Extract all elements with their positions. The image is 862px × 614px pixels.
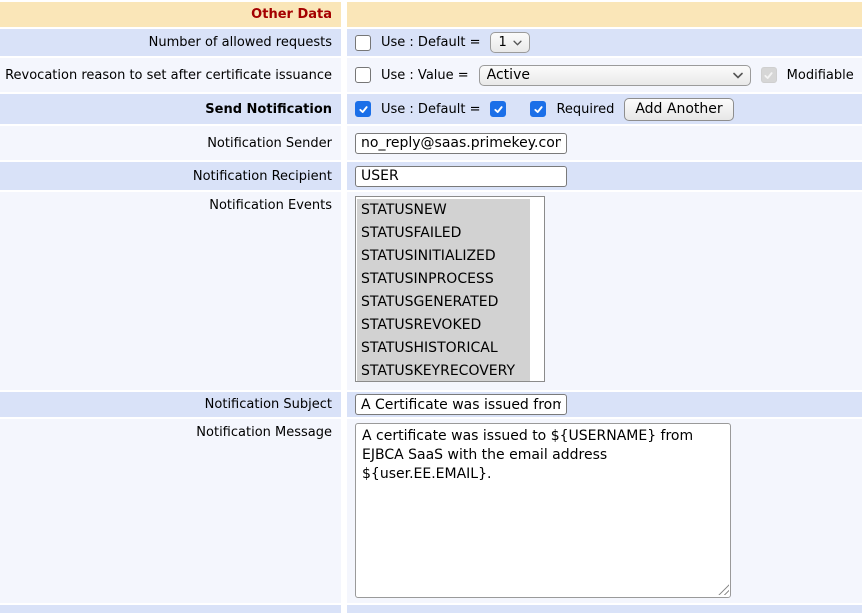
notification-message-wrap: A certificate was issued to ${USERNAME} … bbox=[355, 423, 731, 598]
notification-events-label-cell: Notification Events bbox=[0, 192, 341, 390]
notification-subject-label: Notification Subject bbox=[205, 397, 332, 412]
check-icon bbox=[763, 70, 774, 81]
notification-recipient-label: Notification Recipient bbox=[193, 169, 332, 184]
event-option[interactable]: STATUSKEYRECOVERY bbox=[357, 360, 530, 382]
section-header-cell: Other Data bbox=[0, 2, 341, 27]
send-notification-value-cell: Use : Default = Required Add Another bbox=[347, 94, 862, 124]
notification-recipient-input[interactable] bbox=[355, 166, 567, 187]
notification-sender-value-cell bbox=[347, 126, 862, 160]
revocation-reason-label-cell: Revocation reason to set after certifica… bbox=[0, 58, 341, 92]
next-row-label-cell bbox=[0, 605, 341, 613]
modifiable-label: Modifiable bbox=[787, 68, 854, 83]
selected-value: Active bbox=[487, 67, 727, 83]
notification-subject-label-cell: Notification Subject bbox=[0, 392, 341, 417]
notification-required-checkbox[interactable] bbox=[530, 101, 546, 117]
notification-subject-value-cell bbox=[347, 392, 862, 417]
event-option[interactable]: STATUSINITIALIZED bbox=[357, 245, 530, 268]
use-value-label: Use : Value = bbox=[381, 68, 469, 83]
notification-use-checkbox[interactable] bbox=[355, 101, 371, 117]
chevron-down-icon bbox=[733, 72, 743, 79]
allowed-requests-label: Number of allowed requests bbox=[149, 35, 332, 50]
use-default-label: Use : Default = bbox=[381, 35, 480, 50]
notification-sender-label-cell: Notification Sender bbox=[0, 126, 341, 160]
event-option[interactable]: STATUSNEW bbox=[357, 199, 530, 222]
notification-recipient-label-cell: Notification Recipient bbox=[0, 162, 341, 190]
notification-message-textarea[interactable]: A certificate was issued to ${USERNAME} … bbox=[355, 423, 731, 598]
notification-subject-input[interactable] bbox=[355, 394, 567, 415]
revocation-reason-select[interactable]: Active bbox=[479, 65, 751, 86]
event-option[interactable]: STATUSREVOKED bbox=[357, 314, 530, 337]
notification-sender-input[interactable] bbox=[355, 133, 567, 154]
event-option[interactable]: STATUSHISTORICAL bbox=[357, 337, 530, 360]
revocation-use-checkbox[interactable] bbox=[355, 67, 371, 83]
notification-events-label: Notification Events bbox=[209, 198, 332, 213]
check-icon bbox=[358, 104, 369, 115]
notification-events-listbox[interactable]: STATUSNEWSTATUSFAILEDSTATUSINITIALIZEDST… bbox=[355, 196, 545, 382]
notification-recipient-value-cell bbox=[347, 162, 862, 190]
check-icon bbox=[533, 104, 544, 115]
notification-message-label: Notification Message bbox=[196, 425, 332, 440]
allowed-requests-label-cell: Number of allowed requests bbox=[0, 29, 341, 56]
add-another-button[interactable]: Add Another bbox=[624, 98, 733, 121]
notification-default-checkbox[interactable] bbox=[490, 101, 506, 117]
section-title: Other Data bbox=[251, 7, 332, 22]
notification-sender-label: Notification Sender bbox=[207, 136, 332, 151]
send-notification-label: Send Notification bbox=[205, 102, 332, 117]
revocation-reason-value-cell: Use : Value = Active Modifiable bbox=[347, 58, 862, 92]
section-header-cell-right bbox=[347, 2, 862, 27]
allowed-requests-default-select[interactable]: 1 bbox=[490, 32, 530, 53]
chevron-down-icon bbox=[513, 40, 522, 46]
allowed-requests-use-checkbox[interactable] bbox=[355, 35, 371, 51]
use-default-label: Use : Default = bbox=[381, 102, 480, 117]
check-icon bbox=[493, 104, 504, 115]
next-row-value-cell bbox=[347, 605, 862, 613]
notification-message-label-cell: Notification Message bbox=[0, 419, 341, 603]
notification-message-value-cell: A certificate was issued to ${USERNAME} … bbox=[347, 419, 862, 603]
allowed-requests-value-cell: Use : Default = 1 bbox=[347, 29, 862, 56]
required-label: Required bbox=[556, 102, 614, 117]
modifiable-checkbox bbox=[761, 67, 777, 83]
notification-events-value-cell: STATUSNEWSTATUSFAILEDSTATUSINITIALIZEDST… bbox=[347, 192, 862, 390]
selected-value: 1 bbox=[498, 35, 507, 50]
other-data-form: Other Data Number of allowed requests Us… bbox=[0, 0, 862, 614]
revocation-reason-label: Revocation reason to set after certifica… bbox=[5, 68, 332, 83]
event-option[interactable]: STATUSGENERATED bbox=[357, 291, 530, 314]
send-notification-label-cell: Send Notification bbox=[0, 94, 341, 124]
form-table: Other Data Number of allowed requests Us… bbox=[0, 0, 862, 613]
event-option[interactable]: STATUSINPROCESS bbox=[357, 268, 530, 291]
event-option[interactable]: STATUSFAILED bbox=[357, 222, 530, 245]
